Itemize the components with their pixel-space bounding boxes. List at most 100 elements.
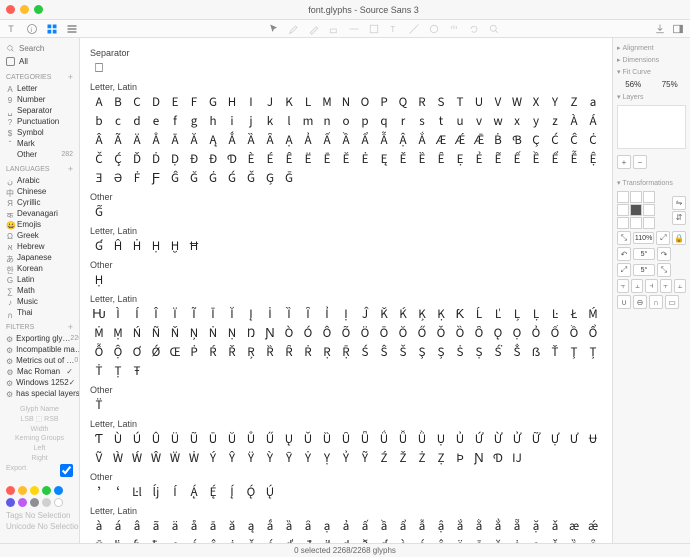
glyph-cell[interactable]: ẩ: [394, 518, 412, 536]
glyph-cell[interactable]: æ: [565, 518, 583, 536]
glyph-cell[interactable]: X: [527, 94, 545, 112]
glyph-cell[interactable]: P: [375, 94, 393, 112]
filter-item[interactable]: ⚙Windows 1252✓: [0, 377, 79, 388]
glyph-cell[interactable]: ƀ: [147, 537, 165, 543]
zoom-tool-icon[interactable]: [488, 23, 500, 35]
glyph-cell[interactable]: Ŗ: [242, 344, 260, 362]
glyph-cell[interactable]: Ḣ: [128, 238, 146, 256]
glyph-cell[interactable]: Ḍ: [166, 151, 184, 169]
glyph-cell[interactable]: ð: [356, 537, 374, 543]
glyph-cell[interactable]: Ĕ: [337, 151, 355, 169]
glyph-cell[interactable]: B: [109, 94, 127, 112]
glyph-cell[interactable]: ḋ: [318, 537, 336, 543]
slant-right-button[interactable]: ⤡: [657, 263, 671, 277]
language-item[interactable]: कDevanagari: [0, 208, 79, 219]
flip-h-button[interactable]: ⇋: [672, 196, 686, 210]
glyph-cell[interactable]: Ą́: [185, 484, 203, 502]
glyph-cell[interactable]: c: [109, 113, 127, 131]
glyph-cell[interactable]: V: [489, 94, 507, 112]
glyph-cell[interactable]: đ: [299, 537, 317, 543]
color-swatch[interactable]: [6, 486, 15, 495]
align-left-button[interactable]: ⫟: [617, 279, 629, 293]
glyph-cell[interactable]: Ļ: [508, 306, 526, 324]
glyph-cell[interactable]: Û: [147, 431, 165, 449]
glyph-cell[interactable]: Ÿ: [242, 450, 260, 468]
category-item[interactable]: $Symbol: [0, 127, 79, 138]
glyph-cell[interactable]: ȃ: [299, 518, 317, 536]
glyph-cell[interactable]: Ƙ: [451, 306, 469, 324]
glyph-cell[interactable]: Ḫ: [166, 238, 184, 256]
glyph-cell[interactable]: I: [242, 94, 260, 112]
glyph-cell[interactable]: E: [166, 94, 184, 112]
glyph-cell[interactable]: Ã: [109, 132, 127, 150]
glyph-cell[interactable]: Ű: [261, 431, 279, 449]
language-item[interactable]: نArabic: [0, 175, 79, 186]
glyph-cell[interactable]: Ĉ: [565, 132, 583, 150]
color-swatch[interactable]: [18, 486, 27, 495]
add-filter-icon[interactable]: +: [68, 322, 73, 332]
glyph-cell[interactable]: Ē: [318, 151, 336, 169]
glyph-cell[interactable]: Ŝ: [375, 344, 393, 362]
glyph-cell[interactable]: ȅ: [565, 537, 583, 543]
glyph-cell[interactable]: Ẽ: [489, 151, 507, 169]
glyph-cell[interactable]: Ů: [242, 431, 260, 449]
filter-item[interactable]: ⚙Exporting gly…2268✓: [0, 333, 79, 344]
glyph-cell[interactable]: ĉ: [204, 537, 222, 543]
glyph-cell[interactable]: S: [432, 94, 450, 112]
glyph-cell[interactable]: Ẃ: [128, 450, 146, 468]
glyph-cell[interactable]: Ẩ: [356, 132, 374, 150]
category-item[interactable]: ˆMark: [0, 138, 79, 149]
glyph-cell[interactable]: p: [356, 113, 374, 131]
glyph-cell[interactable]: Ğ: [185, 170, 203, 188]
bool-subtract-button[interactable]: ⊖: [633, 295, 647, 309]
glyph-cell[interactable]: Ệ: [584, 151, 602, 169]
glyph-cell[interactable]: N: [337, 94, 355, 112]
fit-curve-section[interactable]: ▾Fit Curve: [617, 66, 686, 78]
glyph-cell[interactable]: Į: [242, 306, 260, 324]
glyph-cell[interactable]: ć: [185, 537, 203, 543]
glyph-cell[interactable]: Ơ: [128, 344, 146, 362]
glyph-cell[interactable]: L: [299, 94, 317, 112]
glyph-cell[interactable]: G̃: [90, 204, 108, 222]
slant-value[interactable]: 5°: [633, 264, 655, 276]
glyph-cell[interactable]: q: [375, 113, 393, 131]
layers-section[interactable]: ▾Layers: [617, 91, 686, 103]
glyph-cell[interactable]: ê: [432, 537, 450, 543]
color-swatch[interactable]: [54, 498, 63, 507]
glyph-cell[interactable]: T: [451, 94, 469, 112]
glyph-cell[interactable]: t: [432, 113, 450, 131]
glyph-cell[interactable]: Ě: [394, 151, 412, 169]
glyph-cell[interactable]: Ń: [128, 325, 146, 343]
fit-curve-low[interactable]: 56%: [617, 80, 650, 89]
glyph-cell[interactable]: Ă: [185, 132, 203, 150]
glyph-cell[interactable]: Ȗ: [337, 431, 355, 449]
glyph-cell[interactable]: D: [147, 94, 165, 112]
glyph-cell[interactable]: Æ: [432, 132, 450, 150]
glyph-cell[interactable]: Ủ: [451, 431, 469, 449]
glyph-cell[interactable]: J: [261, 94, 279, 112]
glyph-cell[interactable]: IJ: [508, 450, 526, 468]
glyph-cell[interactable]: Ɓ: [508, 132, 526, 150]
glyph-cell[interactable]: Ǫ: [489, 325, 507, 343]
glyph-cell[interactable]: ȁ: [280, 518, 298, 536]
glyph-cell[interactable]: å: [185, 518, 203, 536]
glyph-cell[interactable]: Ȉ: [280, 306, 298, 324]
glyph-cell[interactable]: Ụ: [432, 431, 450, 449]
glyph-cell[interactable]: n: [318, 113, 336, 131]
glyph-cell[interactable]: Ầ: [337, 132, 355, 150]
glyph-cell[interactable]: r: [394, 113, 412, 131]
glyph-cell[interactable]: ȇ: [584, 537, 602, 543]
color-swatch[interactable]: [30, 486, 39, 495]
glyph-cell[interactable]: À: [565, 113, 583, 131]
glyph-cell[interactable]: ã: [147, 518, 165, 536]
glyph-cell[interactable]: Ý: [204, 450, 222, 468]
glyph-cell[interactable]: Ữ: [527, 431, 545, 449]
glyph-cell[interactable]: Ć: [546, 132, 564, 150]
glyph-cell[interactable]: Ǵ: [223, 170, 241, 188]
glyph-cell[interactable]: Ç: [527, 132, 545, 150]
glyph-cell[interactable]: ʻ: [109, 484, 127, 502]
search-input[interactable]: [19, 44, 73, 53]
glyph-cell[interactable]: Ó: [299, 325, 317, 343]
pointer-tool-icon[interactable]: [268, 23, 280, 35]
glyph-cell[interactable]: é: [413, 537, 431, 543]
